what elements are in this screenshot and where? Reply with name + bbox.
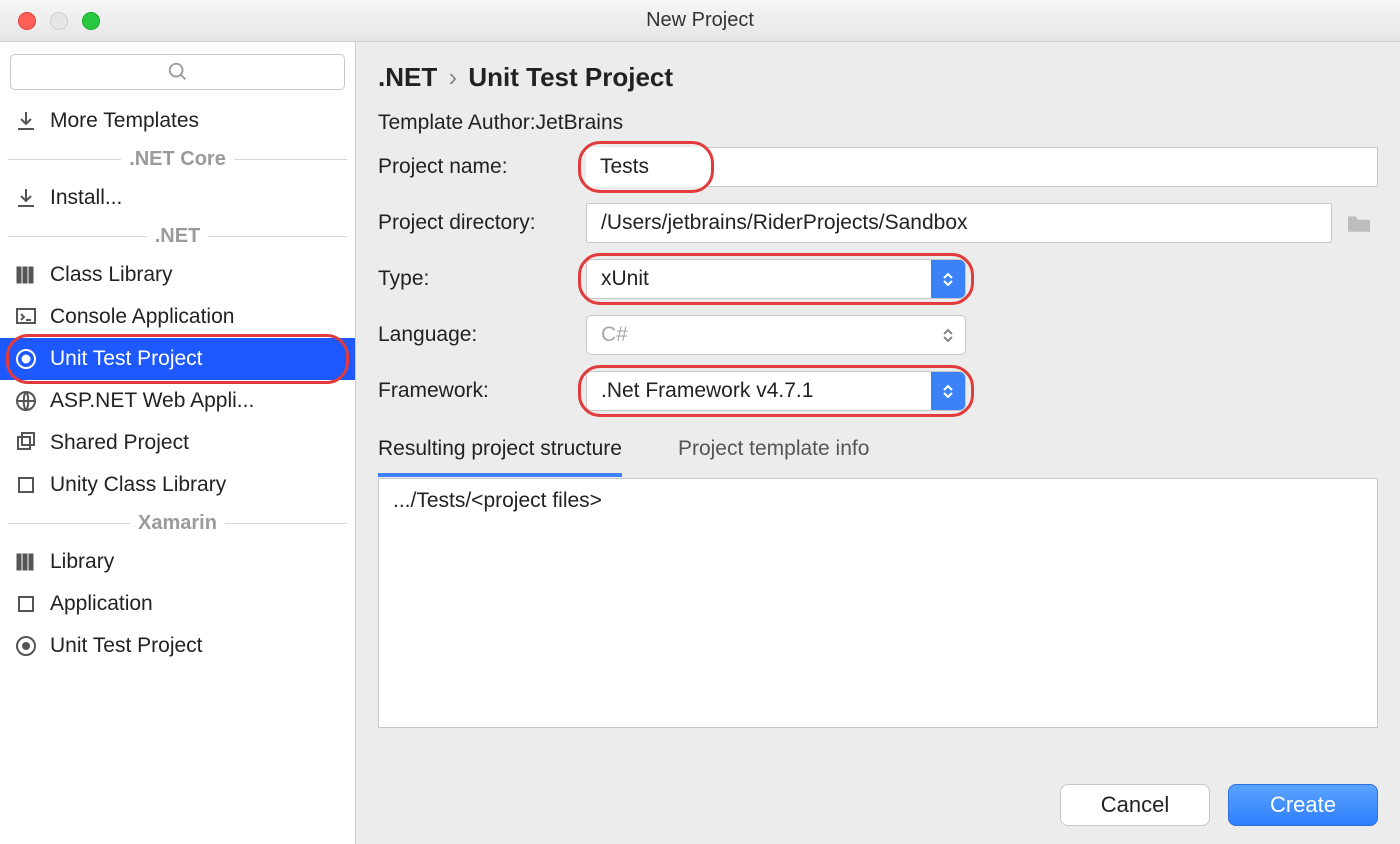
template-author: Template Author:JetBrains — [378, 111, 1378, 135]
project-dir-input[interactable] — [586, 203, 1332, 243]
project-name-label: Project name: — [378, 155, 586, 179]
project-name-input-extend[interactable] — [696, 147, 1378, 187]
browse-folder-button[interactable] — [1340, 207, 1378, 239]
sidebar-item-label: Unity Class Library — [50, 473, 226, 497]
box-icon — [14, 592, 38, 616]
sidebar-item-label: Console Application — [50, 305, 234, 329]
group-xamarin: Xamarin — [0, 512, 355, 535]
type-label: Type: — [378, 267, 586, 291]
download-icon — [14, 109, 38, 133]
sidebar-item-unity[interactable]: Unity Class Library — [0, 464, 355, 506]
sidebar-item-xam-app[interactable]: Application — [0, 583, 355, 625]
group-dotnet: .NET — [0, 225, 355, 248]
console-icon — [14, 305, 38, 329]
sidebar-item-aspnet[interactable]: ASP.NET Web Appli... — [0, 380, 355, 422]
install-item[interactable]: Install... — [0, 177, 355, 219]
result-text: .../Tests/<project files> — [393, 489, 602, 512]
sidebar-item-label: Library — [50, 550, 114, 574]
sidebar-item-label: Unit Test Project — [50, 347, 203, 371]
folder-icon — [1345, 212, 1373, 234]
test-icon — [14, 347, 38, 371]
close-window-button[interactable] — [18, 12, 36, 30]
tabs: Resulting project structure Project temp… — [378, 431, 1378, 478]
shared-icon — [14, 431, 38, 455]
project-dir-label: Project directory: — [378, 211, 586, 235]
sidebar-item-shared[interactable]: Shared Project — [0, 422, 355, 464]
test-icon — [14, 634, 38, 658]
titlebar: New Project — [0, 0, 1400, 42]
tab-structure[interactable]: Resulting project structure — [378, 431, 622, 477]
type-select[interactable]: xUnit — [586, 259, 966, 299]
chevron-updown-icon — [931, 316, 965, 354]
download-icon — [14, 186, 38, 210]
zoom-window-button[interactable] — [82, 12, 100, 30]
sidebar-item-console-app[interactable]: Console Application — [0, 296, 355, 338]
sidebar-item-label: ASP.NET Web Appli... — [50, 389, 254, 413]
breadcrumb: .NET › Unit Test Project — [378, 62, 1378, 93]
main-layout: More Templates .NET Core Install... .NET… — [0, 42, 1400, 844]
library-icon — [14, 263, 38, 287]
sidebar-item-label: Application — [50, 592, 153, 616]
group-dotnetcore: .NET Core — [0, 148, 355, 171]
framework-label: Framework: — [378, 379, 586, 403]
template-sidebar: More Templates .NET Core Install... .NET… — [0, 42, 356, 844]
sidebar-item-class-library[interactable]: Class Library — [0, 254, 355, 296]
window-controls — [18, 12, 100, 30]
sidebar-item-label: Shared Project — [50, 431, 189, 455]
footer-buttons: Cancel Create — [1060, 784, 1378, 826]
language-select: C# — [586, 315, 966, 355]
create-button[interactable]: Create — [1228, 784, 1378, 826]
search-input[interactable] — [10, 54, 345, 90]
tab-info[interactable]: Project template info — [678, 431, 869, 477]
sidebar-item-xam-library[interactable]: Library — [0, 541, 355, 583]
sidebar-item-label: Class Library — [50, 263, 173, 287]
result-panel: .../Tests/<project files> — [378, 478, 1378, 728]
content-panel: .NET › Unit Test Project Template Author… — [356, 42, 1400, 844]
chevron-updown-icon — [931, 260, 965, 298]
library-icon — [14, 550, 38, 574]
framework-select[interactable]: .Net Framework v4.7.1 — [586, 371, 966, 411]
search-icon — [167, 61, 189, 83]
cancel-button[interactable]: Cancel — [1060, 784, 1210, 826]
window-title: New Project — [646, 9, 754, 32]
sidebar-item-label: More Templates — [50, 109, 199, 133]
minimize-window-button[interactable] — [50, 12, 68, 30]
sidebar-item-label: Install... — [50, 186, 122, 210]
sidebar-item-label: Unit Test Project — [50, 634, 203, 658]
globe-icon — [14, 389, 38, 413]
sidebar-item-unit-test[interactable]: Unit Test Project — [0, 338, 355, 380]
box-icon — [14, 473, 38, 497]
sidebar-item-xam-test[interactable]: Unit Test Project — [0, 625, 355, 667]
chevron-updown-icon — [931, 372, 965, 410]
more-templates-item[interactable]: More Templates — [0, 100, 355, 142]
project-name-input[interactable] — [586, 147, 706, 187]
language-label: Language: — [378, 323, 586, 347]
